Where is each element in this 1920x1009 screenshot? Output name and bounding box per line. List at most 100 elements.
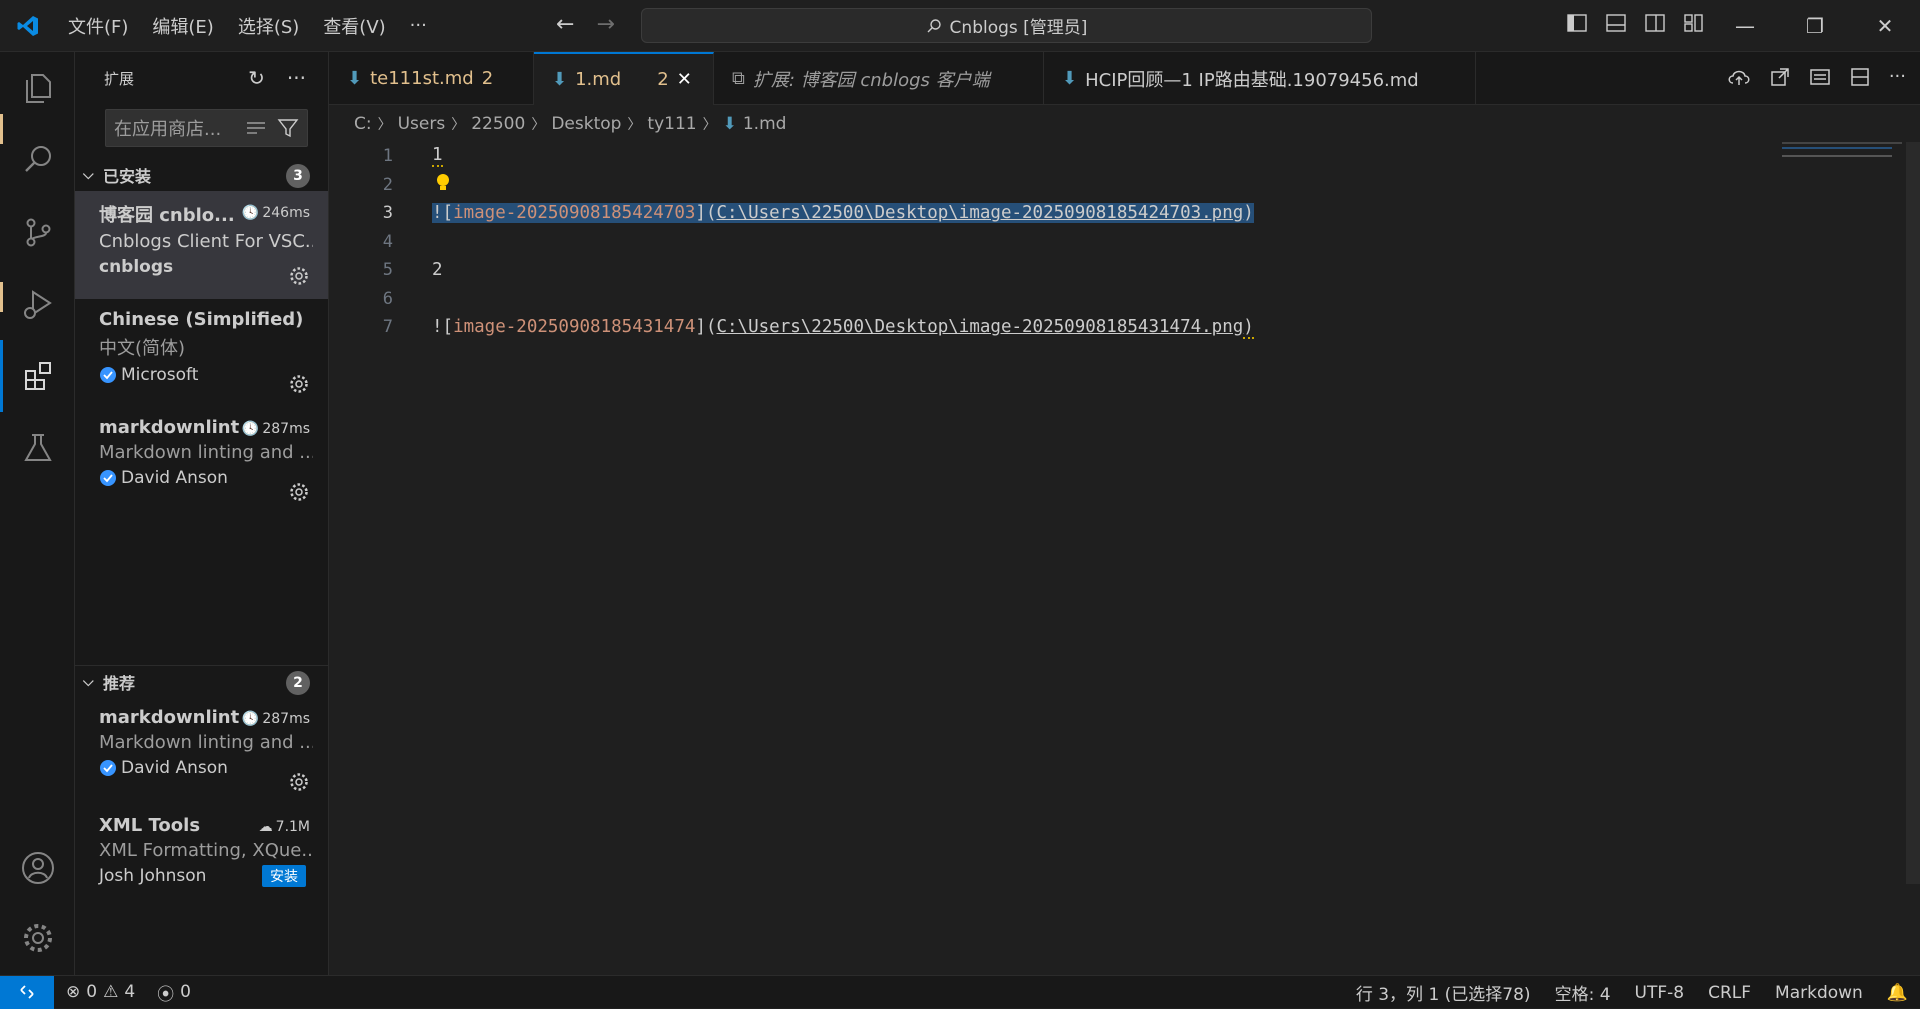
ports-count: 0 (180, 982, 191, 1002)
remote-icon (20, 985, 34, 999)
toggle-primary-sidebar-icon[interactable] (1566, 12, 1588, 34)
encoding[interactable]: UTF-8 (1623, 983, 1697, 1003)
line-number: 6 (382, 288, 393, 309)
menu-selection[interactable]: 选择(S) (226, 13, 311, 39)
forward-arrow-icon[interactable]: → (596, 12, 614, 37)
activation-time: 🕓 287ms (241, 711, 310, 727)
breadcrumb-item[interactable]: C: (354, 114, 372, 134)
notifications-bell-icon[interactable]: 🔔 (1875, 983, 1920, 1003)
markdown-file-icon: ⬇ (347, 68, 363, 89)
ports-icon: ⦿ (157, 984, 175, 1005)
tab-hcip[interactable]: ⬇ HCIP回顾—1 IP路由基础.19079456.md (1044, 52, 1476, 105)
tab-label: 1.md (575, 69, 622, 90)
problems-count: 2 (657, 69, 669, 90)
problems-status[interactable]: ⊗ 0 ⚠ 4 ⦿ 0 (54, 980, 191, 1005)
warning-count: 4 (124, 982, 136, 1002)
run-debug-icon[interactable] (0, 268, 75, 340)
extension-item[interactable]: markdownlint 🕓 287ms Markdown linting and… (75, 697, 328, 805)
activation-time: 🕓 246ms (241, 205, 310, 221)
close-window-icon[interactable]: ✕ (1850, 0, 1920, 52)
install-button[interactable]: 安装 (262, 865, 306, 887)
line-number: 5 (382, 260, 393, 281)
extension-description: XML Formatting, XQue... (99, 840, 313, 861)
clear-filter-icon[interactable] (245, 118, 267, 138)
breadcrumb-item[interactable]: Desktop (551, 114, 621, 134)
open-external-icon[interactable] (1769, 66, 1791, 88)
extension-item[interactable]: 博客园 cnblo... 🕓 246ms Cnblogs Client For V… (75, 191, 328, 299)
more-actions-icon[interactable]: ··· (287, 66, 306, 90)
minimize-icon[interactable]: — (1710, 0, 1780, 52)
editor-actions: ··· (1727, 66, 1906, 88)
extension-publisher: David Anson (99, 758, 312, 778)
error-count: 0 (86, 982, 98, 1002)
more-actions-icon[interactable]: ··· (1889, 66, 1906, 88)
menu-more[interactable]: ··· (398, 15, 439, 36)
menu-edit[interactable]: 编辑(E) (140, 13, 225, 39)
source-control-icon[interactable] (0, 196, 75, 268)
extensions-search-input[interactable]: 在应用商店... (105, 109, 308, 147)
history-icon: 🕓 (241, 711, 260, 727)
recommended-label: 推荐 (103, 673, 136, 693)
end-of-line[interactable]: CRLF (1696, 983, 1763, 1003)
code-editor[interactable]: 1 1 2 3 ![image-20250908185424703](C:\Us… (329, 142, 1889, 342)
extensions-icon[interactable] (0, 340, 75, 412)
language-mode[interactable]: Markdown (1763, 983, 1875, 1003)
indentation[interactable]: 空格: 4 (1543, 980, 1623, 1005)
breadcrumb-item[interactable]: 1.md (743, 114, 787, 134)
lightbulb-icon[interactable] (435, 173, 451, 193)
extension-item[interactable]: markdownlint 🕓 287ms Markdown linting and… (75, 407, 328, 515)
breadcrumb-item[interactable]: 22500 (471, 114, 525, 134)
customize-layout-icon[interactable] (1683, 12, 1705, 34)
manage-gear-icon[interactable] (288, 481, 310, 503)
warning-icon: ⚠ (103, 982, 119, 1002)
extension-publisher: cnblogs (99, 257, 174, 277)
nav-arrows: ← → (556, 12, 615, 37)
manage-gear-icon[interactable] (288, 265, 310, 287)
extension-name: Chinese (Simplified) ... (99, 309, 309, 330)
extension-item[interactable]: XML Tools ☁ 7.1M XML Formatting, XQue... … (75, 805, 328, 887)
recommended-section-header[interactable]: ⌵ 推荐 2 (75, 665, 328, 697)
extension-name: markdownlint (99, 707, 240, 728)
toggle-panel-icon[interactable] (1605, 12, 1627, 34)
remote-indicator[interactable] (0, 975, 54, 1009)
installed-section-header[interactable]: ⌵ 已安装 3 (75, 159, 328, 191)
chevron-down-icon: ⌵ (83, 673, 94, 690)
open-preview-icon[interactable] (1809, 66, 1831, 88)
tab-1md[interactable]: ⬇ 1.md 2 ✕ (534, 52, 714, 105)
split-editor-icon[interactable] (1849, 66, 1871, 88)
command-center[interactable]: Cnblogs [管理员] (641, 8, 1372, 43)
manage-gear-icon[interactable] (288, 373, 310, 395)
error-icon: ⊗ (66, 982, 81, 1002)
search-view-icon[interactable] (0, 124, 75, 196)
menu-bar: 文件(F) 编辑(E) 选择(S) 查看(V) ··· (56, 13, 439, 39)
explorer-icon[interactable] (0, 52, 75, 124)
verified-badge-icon (100, 367, 116, 383)
menu-view[interactable]: 查看(V) (311, 13, 397, 39)
account-icon[interactable] (0, 832, 75, 904)
breadcrumb-item[interactable]: ty111 (647, 114, 696, 134)
tab-te111st[interactable]: ⬇ te111st.md 2 (329, 52, 534, 105)
close-icon[interactable]: ✕ (677, 69, 692, 90)
restore-icon[interactable]: ❐ (1780, 0, 1850, 52)
extension-publisher: Microsoft (99, 365, 312, 385)
extension-item[interactable]: Chinese (Simplified) ... 中文(简体) Microsof… (75, 299, 328, 407)
search-icon (927, 18, 941, 32)
back-arrow-icon[interactable]: ← (556, 12, 574, 37)
minimap[interactable] (1782, 142, 1902, 162)
editor-scrollbar[interactable] (1906, 142, 1920, 884)
filter-icon[interactable] (277, 118, 299, 138)
code-line: 4 (329, 228, 1889, 257)
menu-file[interactable]: 文件(F) (56, 13, 140, 39)
download-count: ☁ 7.1M (258, 819, 310, 835)
cursor-position[interactable]: 行 3，列 1 (已选择78) (1344, 980, 1543, 1005)
breadcrumb-item[interactable]: Users (398, 114, 446, 134)
refresh-icon[interactable]: ↻ (248, 66, 265, 90)
manage-gear-icon[interactable] (288, 771, 310, 793)
markdown-file-icon: ⬇ (552, 69, 568, 90)
history-icon: 🕓 (241, 421, 260, 437)
upload-cloud-icon[interactable] (1727, 66, 1751, 88)
toggle-secondary-sidebar-icon[interactable] (1644, 12, 1666, 34)
tab-extension-cnblogs[interactable]: ⧉ 扩展: 博客园 cnblogs 客户端 (714, 52, 1044, 105)
testing-flask-icon[interactable] (0, 412, 75, 484)
settings-gear-icon[interactable] (0, 902, 75, 974)
